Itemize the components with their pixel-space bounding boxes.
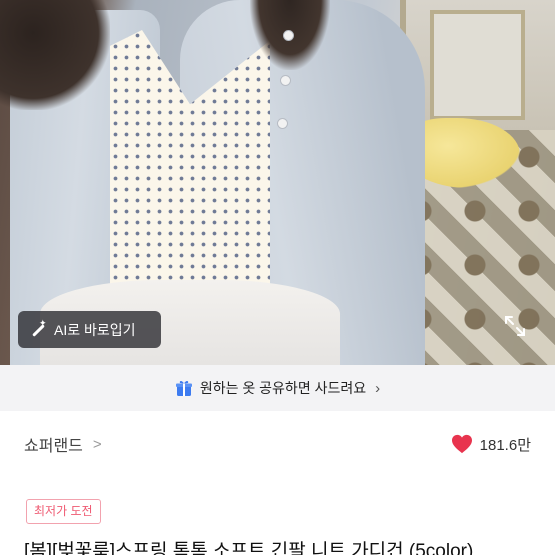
product-photo[interactable]: AI로 바로입기 [0, 0, 555, 365]
cardigan-button [280, 75, 291, 86]
like-button[interactable]: 181.6만 [451, 434, 531, 455]
lowest-price-badge: 최저가 도전 [26, 499, 101, 524]
product-title: [봄][벚꽃룩]스프링 톡톡 소프트 긴팔 니트 가디건 (5color) [24, 541, 474, 555]
gift-icon [175, 381, 192, 396]
ai-try-on-button[interactable]: AI로 바로입기 [18, 311, 161, 348]
chevron-right-icon: › [375, 379, 381, 397]
photo-hair-left [0, 0, 110, 110]
chevron-right-icon: > [92, 435, 102, 453]
expand-icon[interactable] [503, 314, 527, 338]
photo-wall-frame [430, 10, 525, 120]
share-promo-banner[interactable]: 원하는 옷 공유하면 사드려요 › [0, 365, 555, 411]
cardigan-button [283, 30, 294, 41]
like-count: 181.6만 [479, 436, 531, 454]
promo-text: 원하는 옷 공유하면 사드려요 [199, 380, 367, 396]
store-name: 쇼퍼랜드 [24, 438, 83, 455]
cardigan-button [277, 118, 288, 129]
store-link[interactable]: 쇼퍼랜드 > [24, 432, 102, 456]
heart-icon [451, 434, 472, 454]
store-row: 쇼퍼랜드 > 181.6만 [24, 432, 531, 456]
magic-wand-icon [30, 318, 47, 338]
ai-try-on-label: AI로 바로입기 [54, 321, 136, 338]
